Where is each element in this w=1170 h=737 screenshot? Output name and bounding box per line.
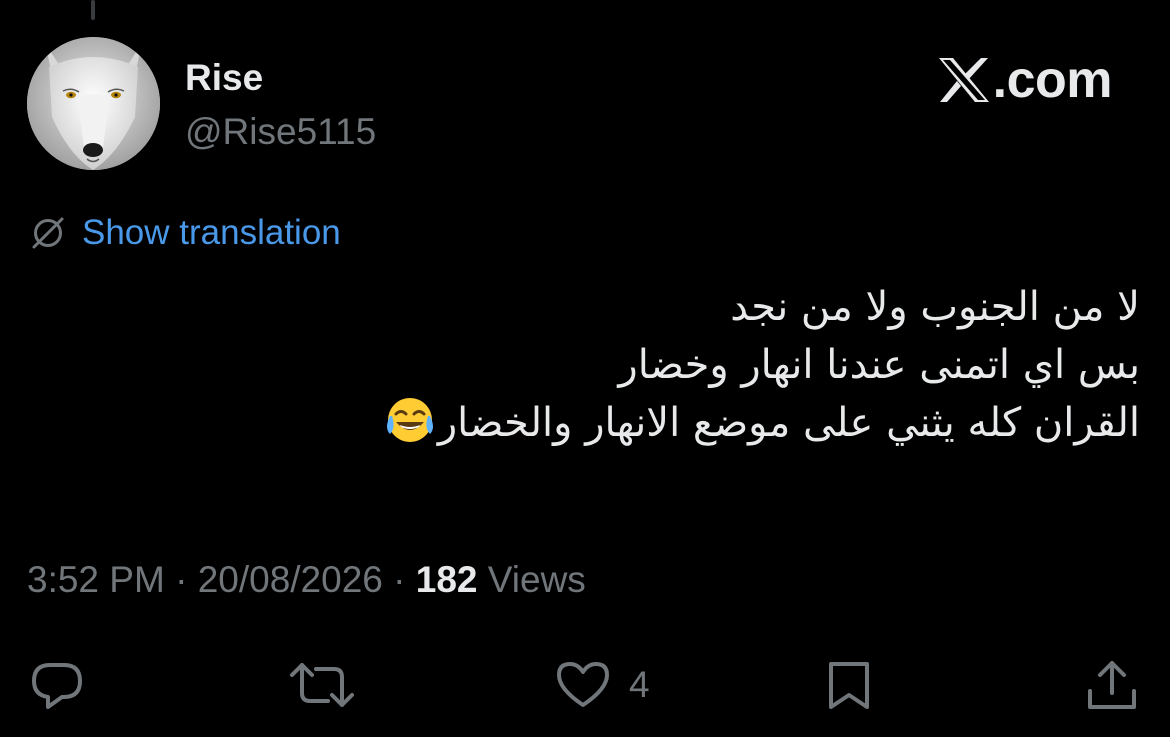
share-button[interactable] (1084, 650, 1140, 720)
views-count: 182 (415, 559, 478, 600)
views-label: Views (487, 559, 586, 600)
x-logo-icon (938, 58, 989, 102)
like-count: 4 (629, 664, 650, 705)
show-translation-link[interactable]: Show translation (82, 211, 341, 255)
x-com-watermark: .com (937, 50, 1113, 110)
tweet-date[interactable]: 20/08/2026 (198, 559, 383, 600)
heart-icon (557, 662, 609, 707)
globe-slash-icon (32, 217, 64, 249)
avatar[interactable] (27, 37, 160, 170)
author-display-name[interactable]: Rise (185, 56, 263, 100)
bookmark-icon (829, 662, 869, 709)
tweet-meta: 3:52 PM · 20/08/2026 · 182 Views (27, 556, 586, 604)
tweet-line: القران كله يثني على موضع الانهار والخضار (437, 400, 1140, 446)
reply-icon (32, 663, 82, 709)
face-with-tears-of-joy-icon (386, 398, 433, 442)
tweet-body: لا من الجنوب ولا من نجد بس اي اتمنى عندن… (140, 278, 1140, 452)
tweet-action-bar: 4 (0, 650, 1170, 720)
brand-domain-text: .com (992, 51, 1113, 109)
reply-button[interactable] (28, 650, 86, 720)
thread-connector-line (91, 0, 95, 20)
retweet-icon (290, 663, 354, 707)
white-wolf-avatar-icon (27, 37, 160, 170)
meta-separator: · (382, 559, 416, 600)
share-icon (1088, 661, 1136, 709)
tweet-line-with-emoji: القران كله يثني على موضع الانهار والخضار (140, 394, 1140, 452)
like-button[interactable]: 4 (553, 650, 650, 720)
show-translation-row[interactable]: Show translation (28, 210, 341, 256)
tweet-line: بس اي اتمنى عندنا انهار وخضار (618, 342, 1140, 388)
tweet-time[interactable]: 3:52 PM (27, 559, 165, 600)
bookmark-button[interactable] (823, 650, 875, 720)
meta-separator: · (164, 559, 198, 600)
retweet-button[interactable] (288, 650, 356, 720)
tweet-line: لا من الجنوب ولا من نجد (730, 284, 1140, 330)
author-handle[interactable]: @Rise5115 (185, 110, 376, 154)
